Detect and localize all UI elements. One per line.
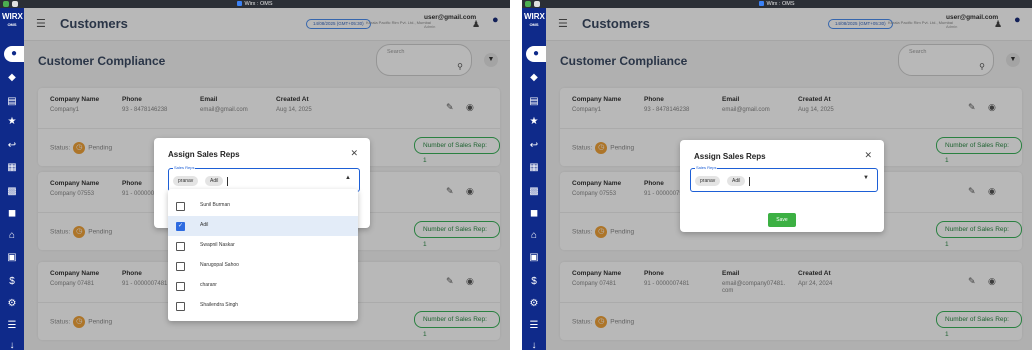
documents-icon[interactable]: ▦ xyxy=(4,160,20,176)
option-adil[interactable]: ✓ Adil xyxy=(168,216,358,236)
chip-adil[interactable]: Adil xyxy=(205,176,224,186)
building-icon[interactable]: ▣ xyxy=(526,250,542,266)
logo: WIRX OMS xyxy=(524,12,545,32)
logo-main: WIRX xyxy=(2,12,23,21)
chevron-up-icon[interactable]: ▲ xyxy=(345,175,351,181)
window-title: Wirx : OMS xyxy=(244,1,273,7)
text-cursor xyxy=(749,177,750,186)
logo-main: WIRX xyxy=(524,12,545,21)
title-bar: Wirx : OMS xyxy=(0,0,510,8)
sidebar: WIRX OMS ● ◆ ▤ ★ ↩ ▦ ▩ ◼ ⌂ ▣ $ ⚙ ☰ ↓ xyxy=(522,8,546,350)
users-icon[interactable]: ★ xyxy=(526,114,542,130)
return-icon[interactable]: ↩ xyxy=(4,138,20,154)
window-title: Wirx : OMS xyxy=(766,1,795,7)
dialog-title: Assign Sales Reps xyxy=(168,150,240,159)
checkbox[interactable] xyxy=(176,242,185,251)
customers-icon[interactable]: ● xyxy=(4,46,24,62)
sales-reps-label: Sales Reps xyxy=(173,165,196,170)
chevron-down-icon[interactable]: ▼ xyxy=(863,175,869,181)
checkbox[interactable] xyxy=(176,202,185,211)
dollar-icon[interactable]: $ xyxy=(4,274,20,290)
checkbox[interactable] xyxy=(176,262,185,271)
documents-icon[interactable]: ▦ xyxy=(526,160,542,176)
reports-icon[interactable]: ▩ xyxy=(526,184,542,200)
dialog-title: Assign Sales Reps xyxy=(694,152,766,161)
warehouse-icon[interactable]: ⌂ xyxy=(526,228,542,244)
screen-dropdown-open: Wirx : OMS WIRX OMS ● ◆ ▤ ★ ↩ ▦ ▩ ◼ ⌂ ▣ $… xyxy=(0,0,510,350)
window-app-icon xyxy=(237,1,243,6)
orders-icon[interactable]: ◆ xyxy=(4,70,20,86)
window-app-icon xyxy=(759,1,765,6)
save-button[interactable]: Save xyxy=(768,213,796,227)
building-icon[interactable]: ▣ xyxy=(4,250,20,266)
users-icon[interactable]: ★ xyxy=(4,114,20,130)
sales-reps-label: Sales Reps xyxy=(695,165,718,170)
sidebar: WIRX OMS ● ◆ ▤ ★ ↩ ▦ ▩ ◼ ⌂ ▣ $ ⚙ ☰ ↓ xyxy=(0,8,24,350)
checkbox-checked[interactable]: ✓ xyxy=(176,222,185,231)
truck-icon[interactable]: ◼ xyxy=(4,206,20,222)
warehouse-icon[interactable]: ⌂ xyxy=(4,228,20,244)
reports-icon[interactable]: ▩ xyxy=(4,184,20,200)
inbox-icon[interactable]: ▤ xyxy=(526,94,542,110)
logout-icon[interactable]: ↓ xyxy=(526,338,542,350)
logo: WIRX OMS xyxy=(2,12,23,32)
title-bar: Wirx : OMS xyxy=(522,0,1032,8)
customers-icon[interactable]: ● xyxy=(526,46,546,62)
close-icon[interactable]: ✕ xyxy=(864,150,872,161)
logo-sub: OMS xyxy=(7,22,17,27)
close-icon[interactable]: ✕ xyxy=(350,148,358,159)
list-icon[interactable]: ☰ xyxy=(526,318,542,334)
logout-icon[interactable]: ↓ xyxy=(4,338,20,350)
dollar-icon[interactable]: $ xyxy=(526,274,542,290)
option-swapnil-naskar[interactable]: Swapnil Naskar xyxy=(168,236,358,256)
inbox-icon[interactable]: ▤ xyxy=(4,94,20,110)
settings-icon[interactable]: ⚙ xyxy=(526,296,542,312)
screen-dropdown-closed: Wirx : OMS WIRX OMS ● ◆ ▤ ★ ↩ ▦ ▩ ◼ ⌂ ▣ $… xyxy=(522,0,1032,350)
orders-icon[interactable]: ◆ xyxy=(526,70,542,86)
chip-adil[interactable]: Adil xyxy=(727,176,746,186)
sales-reps-select[interactable]: Sales Reps pranav Adil ▼ xyxy=(690,165,878,192)
text-cursor xyxy=(227,177,228,186)
chip-pranav[interactable]: pranav xyxy=(695,176,721,186)
option-shailendra-singh[interactable]: Shailendra Singh xyxy=(168,296,358,316)
option-narugopal-sahoo[interactable]: Narugopal Sahoo xyxy=(168,256,358,276)
truck-icon[interactable]: ◼ xyxy=(526,206,542,222)
settings-icon[interactable]: ⚙ xyxy=(4,296,20,312)
option-sunil-burman[interactable]: Sunil Burman xyxy=(168,196,358,216)
option-charanr[interactable]: charanr xyxy=(168,276,358,296)
chip-pranav[interactable]: pranav xyxy=(173,176,199,186)
list-icon[interactable]: ☰ xyxy=(4,318,20,334)
logo-sub: OMS xyxy=(529,22,539,27)
checkbox[interactable] xyxy=(176,282,185,291)
return-icon[interactable]: ↩ xyxy=(526,138,542,154)
sales-reps-dropdown: Sunil Burman ✓ Adil Swapnil Naskar Narugo… xyxy=(168,189,358,321)
checkbox[interactable] xyxy=(176,302,185,311)
